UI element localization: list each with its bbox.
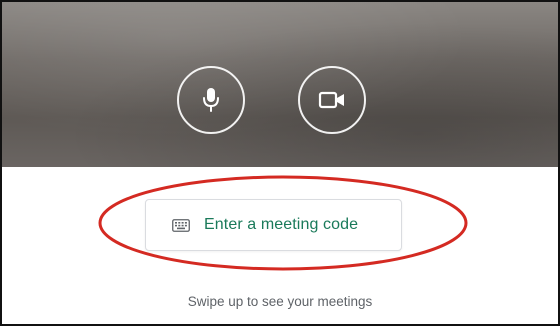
keyboard-icon	[172, 218, 190, 232]
camera-toggle-button[interactable]	[298, 66, 366, 134]
swipe-up-hint: Swipe up to see your meetings	[187, 294, 373, 309]
call-controls	[2, 66, 558, 136]
mic-icon	[200, 86, 222, 114]
screen-frame: Enter a meeting code Swipe up to see you…	[0, 0, 560, 326]
enter-meeting-code-button[interactable]: Enter a meeting code	[145, 199, 402, 251]
enter-meeting-code-label: Enter a meeting code	[204, 216, 359, 233]
video-camera-icon	[318, 90, 346, 110]
microphone-toggle-button[interactable]	[177, 66, 245, 134]
